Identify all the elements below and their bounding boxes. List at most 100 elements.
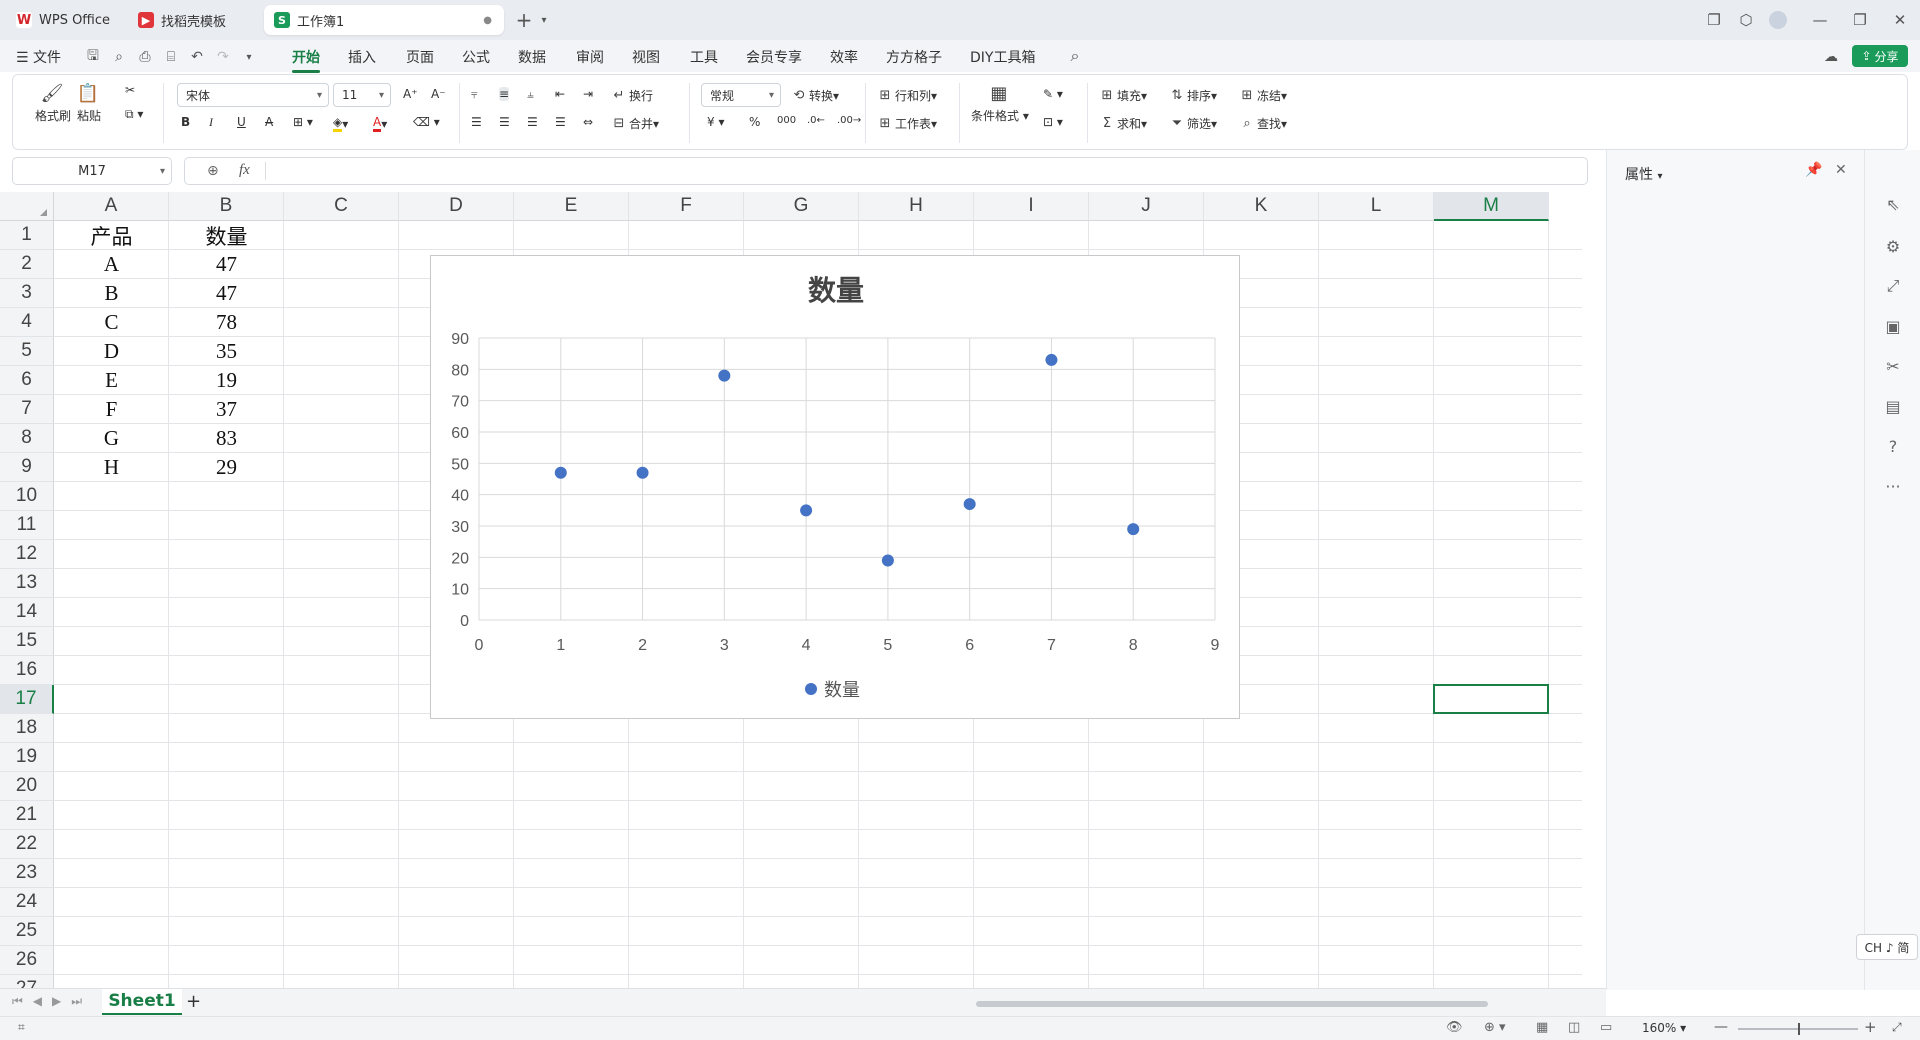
column-header-c[interactable]: C (284, 192, 399, 221)
merge-button[interactable]: ⊟ 合并 ▾ (611, 115, 660, 132)
row-header-2[interactable]: 2 (0, 250, 54, 279)
align-left-icon[interactable]: ☰ (471, 115, 482, 129)
clear-format-icon[interactable]: ⌫ ▾ (413, 115, 440, 129)
select-all-corner[interactable] (0, 192, 54, 221)
data-point[interactable] (718, 369, 731, 382)
unsaved-dot-icon[interactable]: ● (483, 15, 492, 26)
column-header-b[interactable]: B (169, 192, 284, 221)
zoom-formula-icon[interactable]: ⊕ (207, 163, 219, 179)
increase-font-icon[interactable]: A⁺ (403, 87, 418, 101)
sheet-tab-sheet1[interactable]: Sheet1 (102, 989, 182, 1015)
align-middle-icon[interactable]: ≡ (499, 87, 510, 101)
underline-button[interactable]: U (237, 115, 246, 129)
avatar[interactable] (1764, 6, 1792, 34)
worksheet-button[interactable]: ⊞ 工作表 ▾ (877, 115, 938, 132)
column-header-m[interactable]: M (1434, 192, 1549, 221)
increase-decimal-icon[interactable]: .0← (807, 115, 825, 126)
print-icon[interactable]: ⎙ (136, 48, 154, 66)
menu-view[interactable]: 视图 (632, 47, 660, 67)
row-header-26[interactable]: 26 (0, 946, 54, 975)
border-icon[interactable]: ⊞ ▾ (293, 115, 313, 129)
column-header-k[interactable]: K (1204, 192, 1319, 221)
column-header-i[interactable]: I (974, 192, 1089, 221)
copy-icon[interactable]: ⧉ ▾ (125, 107, 143, 122)
tab-docer[interactable]: ▶ 找稻壳模板 (128, 5, 258, 35)
convert-button[interactable]: ⟲ 转换 ▾ (791, 87, 840, 104)
sort-button[interactable]: ⇅ 排序 ▾ (1169, 87, 1218, 104)
row-header-24[interactable]: 24 (0, 888, 54, 917)
row-header-4[interactable]: 4 (0, 308, 54, 337)
conditional-format-button[interactable]: ▦ 条件格式 ▾ (971, 83, 1029, 124)
filter-button[interactable]: ⏷ 筛选 ▾ (1169, 115, 1217, 132)
data-point[interactable] (963, 498, 976, 511)
wrap-button[interactable]: ↵ 换行 (611, 87, 653, 104)
chevron-down-icon[interactable]: ▾ (530, 6, 558, 34)
zoom-level[interactable]: 160% ▾ (1642, 1021, 1686, 1035)
zoom-slider[interactable] (1738, 1023, 1858, 1035)
fill-button[interactable]: ⊞ 填充 ▾ (1099, 87, 1148, 104)
align-center-icon[interactable]: ☰ (499, 115, 510, 129)
select-cursor-icon[interactable]: ⇖ (1881, 192, 1905, 216)
row-header-8[interactable]: 8 (0, 424, 54, 453)
decrease-font-icon[interactable]: A⁻ (431, 87, 446, 101)
transform-icon[interactable]: ⤢ (1881, 274, 1905, 298)
print-preview-icon[interactable]: ⌸ (162, 48, 180, 66)
fx-icon[interactable]: fx (239, 162, 250, 179)
row-header-5[interactable]: 5 (0, 337, 54, 366)
formula-bar[interactable]: ⊕ fx (184, 157, 1588, 185)
row-header-25[interactable]: 25 (0, 917, 54, 946)
tab-workbook[interactable]: S 工作簿1 ● (264, 5, 504, 35)
restore-icon[interactable]: ❐ (1846, 6, 1874, 34)
menu-efficiency[interactable]: 效率 (830, 47, 858, 67)
row-header-16[interactable]: 16 (0, 656, 54, 685)
bold-button[interactable]: B (181, 115, 190, 129)
column-header-j[interactable]: J (1089, 192, 1204, 221)
row-header-3[interactable]: 3 (0, 279, 54, 308)
column-header-d[interactable]: D (399, 192, 514, 221)
align-bottom-icon[interactable]: ⫨ (527, 87, 534, 102)
chevron-down-icon[interactable]: ▾ (240, 48, 258, 66)
fullscreen-icon[interactable]: ⤢ (1892, 1020, 1902, 1035)
row-header-17[interactable]: 17 (0, 685, 54, 714)
row-header-14[interactable]: 14 (0, 598, 54, 627)
distribute-icon[interactable]: ⇔ (583, 115, 593, 129)
menu-diy-toolbox[interactable]: DIY工具箱 (970, 47, 1035, 67)
menu-insert[interactable]: 插入 (348, 47, 376, 67)
locate-icon[interactable]: ⊕ ▾ (1484, 1020, 1506, 1035)
row-header-1[interactable]: 1 (0, 221, 54, 250)
row-header-21[interactable]: 21 (0, 801, 54, 830)
chart-legend[interactable]: 数量 (805, 680, 860, 700)
row-header-27[interactable]: 27 (0, 975, 54, 988)
close-icon[interactable]: ✕ (1886, 6, 1914, 34)
scatter-chart[interactable]: 数量 0 10 20 30 40 50 60 70 80 90 0 1 2 3 4 5 6 7 8 9 数量 (430, 255, 1240, 719)
font-color-icon[interactable]: A ▾ (373, 115, 387, 132)
undo-icon[interactable]: ↶ (188, 48, 206, 66)
data-point[interactable] (636, 466, 649, 479)
adjust-icon[interactable]: ⚙ (1881, 234, 1905, 258)
normal-view-icon[interactable]: ▦ (1536, 1020, 1548, 1035)
sheet-nav-arrows[interactable]: ⏮◀▶⏭ (12, 994, 92, 1009)
currency-icon[interactable]: ¥ ▾ (707, 115, 724, 129)
cloud-icon[interactable]: ☁ (1822, 48, 1840, 66)
font-size-select[interactable]: 11 ▾ (333, 83, 391, 107)
column-header-e[interactable]: E (514, 192, 629, 221)
row-header-9[interactable]: 9 (0, 453, 54, 482)
close-icon[interactable]: ✕ (1835, 162, 1847, 178)
column-header-g[interactable]: G (744, 192, 859, 221)
property-panel-title[interactable]: 属性 ▾ (1625, 164, 1662, 184)
page-layout-icon[interactable]: ◫ (1568, 1020, 1580, 1035)
data-point[interactable] (1127, 523, 1140, 536)
menu-page[interactable]: 页面 (406, 47, 434, 67)
ime-indicator[interactable]: CH ♪ 简 (1856, 934, 1918, 960)
window-layout-icon[interactable]: ❐ (1700, 6, 1728, 34)
outdent-icon[interactable]: ⇤ (555, 87, 565, 101)
row-header-23[interactable]: 23 (0, 859, 54, 888)
cell-style-icon[interactable]: ✎ ▾ (1043, 87, 1063, 101)
format-painter-button[interactable]: 🖌 格式刷 (35, 83, 71, 124)
menu-home[interactable]: 开始 (292, 47, 320, 73)
selected-cell-outline[interactable] (1433, 684, 1549, 714)
tools-icon[interactable]: ✂ (1881, 354, 1905, 378)
italic-button[interactable]: I (209, 115, 213, 130)
menu-formula[interactable]: 公式 (462, 47, 490, 67)
row-header-12[interactable]: 12 (0, 540, 54, 569)
